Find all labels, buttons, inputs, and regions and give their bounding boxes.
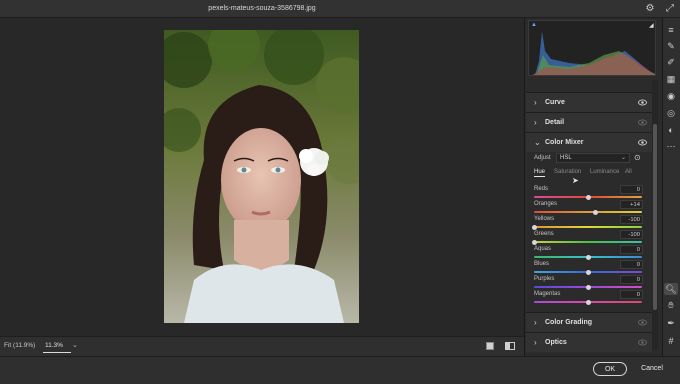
targeted-adjustment-icon[interactable]: ⊙ xyxy=(634,153,641,162)
chevron-right-icon: › xyxy=(534,318,537,327)
section-title: Detail xyxy=(545,119,565,126)
zoom-icon[interactable]: 🔍︎ xyxy=(664,283,678,295)
section-title: Color Mixer xyxy=(545,139,584,146)
eye-icon[interactable] xyxy=(638,138,647,147)
cancel-button[interactable]: Cancel xyxy=(638,362,666,376)
zoom-fit-option[interactable]: Fit (11.9%) xyxy=(4,342,35,349)
chevron-right-icon: › xyxy=(534,98,537,107)
slider-thumb-blues[interactable] xyxy=(585,269,591,275)
mouse-cursor: ➤ xyxy=(572,176,579,185)
slider-label-yellows: Yellows xyxy=(534,216,555,222)
slider-value-reds[interactable]: 0 xyxy=(620,185,643,194)
brush-icon[interactable]: ✐ xyxy=(664,56,678,68)
slider-label-magentas: Magentas xyxy=(534,291,561,297)
slider-label-oranges: Oranges xyxy=(534,201,558,207)
slider-value-oranges[interactable]: +14 xyxy=(620,200,643,209)
tab-all[interactable]: All xyxy=(625,169,632,175)
slider-thumb-aquas[interactable] xyxy=(585,254,591,260)
expand-icon[interactable]: ⤢ xyxy=(664,3,676,15)
color-sampler-icon[interactable]: ✒ xyxy=(664,317,678,329)
gear-icon[interactable]: ⚙ xyxy=(644,3,656,15)
tab-luminance[interactable]: Luminance xyxy=(590,169,619,175)
chevron-down-icon: ⌄ xyxy=(621,155,627,161)
radial-icon[interactable]: ◉ xyxy=(664,90,678,102)
dialog-footer xyxy=(0,356,680,384)
slider-thumb-reds[interactable] xyxy=(585,194,591,200)
eye-icon[interactable] xyxy=(638,98,647,107)
before-after-icon[interactable] xyxy=(505,342,515,350)
chevron-down-icon: ⌄ xyxy=(534,138,541,147)
eye-icon[interactable] xyxy=(638,118,647,127)
section-title: Color Grading xyxy=(545,319,593,326)
histogram: ▲ ◢ xyxy=(528,20,656,76)
single-view-icon[interactable] xyxy=(486,342,494,350)
section-title: Curve xyxy=(545,99,565,106)
adjust-dropdown[interactable]: HSL ⌄ xyxy=(556,153,630,163)
more-icon[interactable]: ⋯ xyxy=(664,140,678,152)
zoom-bar: Fit (11.9%) 11.3% ⌄ xyxy=(0,336,524,356)
slider-label-blues: Blues xyxy=(534,261,550,267)
slider-track-oranges[interactable] xyxy=(534,211,642,213)
slider-track-greens[interactable] xyxy=(534,241,642,243)
section-title: Optics xyxy=(545,339,567,346)
slider-thumb-greens[interactable] xyxy=(531,239,537,245)
slider-thumb-oranges[interactable] xyxy=(593,209,599,215)
ok-button[interactable]: OK xyxy=(593,362,627,376)
slider-label-aquas: Aquas xyxy=(534,246,552,252)
curve-section-header[interactable]: › Curve xyxy=(526,92,652,112)
optics-section-header[interactable]: › Optics xyxy=(526,332,652,352)
adjust-dropdown-value: HSL xyxy=(560,155,572,161)
eye-icon[interactable] xyxy=(638,338,647,347)
photo-preview[interactable] xyxy=(164,30,359,323)
gradient-icon[interactable]: ▦ xyxy=(664,73,678,85)
slider-thumb-purples[interactable] xyxy=(585,284,591,290)
slider-label-purples: Purples xyxy=(534,276,555,282)
slider-value-blues[interactable]: 0 xyxy=(620,260,643,269)
chevron-down-icon[interactable]: ⌄ xyxy=(72,341,78,349)
redeye-icon[interactable]: ◎ xyxy=(664,107,678,119)
sliders-icon[interactable]: ≡ xyxy=(664,24,678,36)
slider-thumb-magentas[interactable] xyxy=(585,299,591,305)
adjust-label: Adjust xyxy=(534,155,551,161)
highlight-clipping-icon[interactable]: ◢ xyxy=(649,22,654,29)
slider-value-magentas[interactable]: 0 xyxy=(620,290,643,299)
chevron-right-icon: › xyxy=(534,118,537,127)
chevron-right-icon: › xyxy=(534,338,537,347)
presets-icon[interactable]: ◐ xyxy=(664,124,678,136)
color-mixer-section-header[interactable]: ⌄ Color Mixer xyxy=(526,132,652,152)
clipping-warning-icon[interactable]: ▲ xyxy=(531,22,537,28)
slider-track-yellows[interactable] xyxy=(534,226,642,228)
tab-saturation[interactable]: Saturation xyxy=(554,169,581,175)
slider-thumb-yellows[interactable] xyxy=(531,224,537,230)
slider-value-yellows[interactable]: -100 xyxy=(620,215,643,224)
hand-icon[interactable]: ✋︎ xyxy=(664,299,678,311)
slider-value-aquas[interactable]: 0 xyxy=(620,245,643,254)
slider-label-greens: Greens xyxy=(534,231,554,237)
healing-icon[interactable]: ✎ xyxy=(664,40,678,52)
panel-scrollbar-thumb[interactable] xyxy=(653,124,657,310)
zoom-percentage[interactable]: 11.3% xyxy=(43,340,71,353)
window-title: pexels-mateus-souza-3586798.jpg xyxy=(208,5,316,12)
tab-hue[interactable]: Hue xyxy=(534,169,546,177)
slider-value-greens[interactable]: -100 xyxy=(620,230,643,239)
color-grading-section-header[interactable]: › Color Grading xyxy=(526,312,652,332)
slider-label-reds: Reds xyxy=(534,186,549,192)
eye-icon[interactable] xyxy=(638,318,647,327)
detail-section-header[interactable]: › Detail xyxy=(526,112,652,132)
slider-value-purples[interactable]: 0 xyxy=(620,275,643,284)
grid-icon[interactable]: # xyxy=(664,335,678,347)
